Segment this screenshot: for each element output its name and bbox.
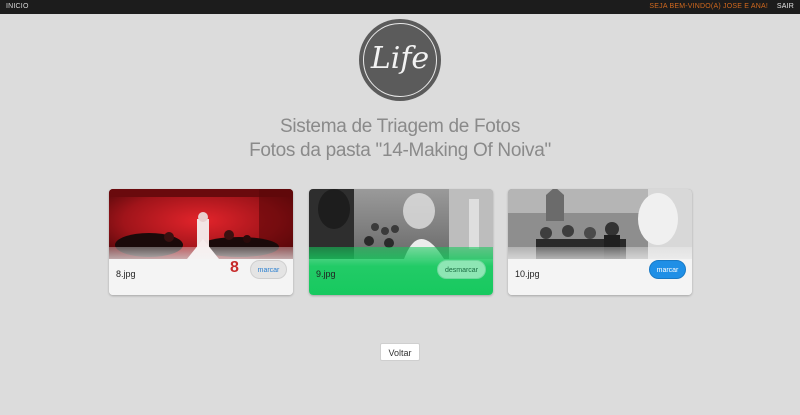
logo-text: Life [370,41,430,76]
life-logo: Life [359,19,441,101]
unmark-button[interactable]: desmarcar [437,260,486,279]
photo-filename: 8.jpg [116,269,136,279]
page-title: Sistema de Triagem de Fotos [279,116,521,137]
mark-button[interactable]: marcar [649,260,686,279]
welcome-message: SEJA BEM-VINDO(A) JOSE E ANA! [649,3,768,10]
photo-filename: 10.jpg [515,269,540,279]
mark-button[interactable]: marcar [250,260,287,279]
logout-link[interactable]: SAIR [777,3,794,10]
mark-count: 8 [230,259,239,276]
photo-card-8[interactable]: 8.jpg 8 marcar [109,189,293,295]
back-button[interactable]: Voltar [380,343,420,361]
folder-subtitle: Fotos da pasta "14-Making Of Noiva" [249,140,551,161]
photo-filename: 9.jpg [316,269,336,279]
top-navigation-bar: INICIO SEJA BEM-VINDO(A) JOSE E ANA! SAI… [0,0,800,14]
home-link[interactable]: INICIO [6,3,29,10]
photo-card-9[interactable]: 9.jpg desmarcar [309,189,493,295]
photo-card-10[interactable]: 10.jpg marcar [508,189,692,295]
